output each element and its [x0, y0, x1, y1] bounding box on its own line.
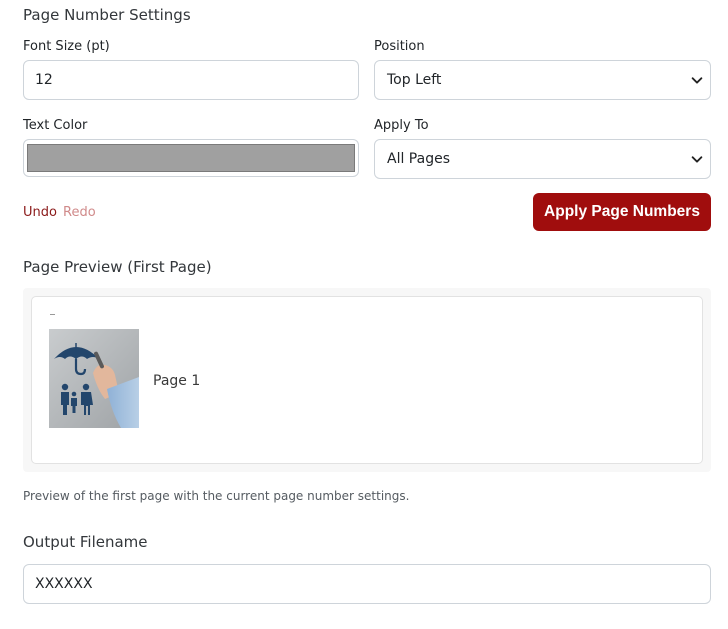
apply-page-numbers-button[interactable]: Apply Page Numbers	[533, 193, 711, 231]
preview-image	[49, 329, 139, 428]
position-selected-value: Top Left	[387, 72, 442, 88]
apply-to-select[interactable]: All Pages	[374, 139, 711, 179]
font-size-label: Font Size (pt)	[23, 39, 110, 54]
preview-page-label: Page 1	[153, 373, 201, 389]
preview-help-text: Preview of the first page with the curre…	[23, 489, 410, 503]
page-number-marker	[50, 314, 55, 315]
undo-button[interactable]: Undo	[23, 205, 57, 220]
chevron-down-icon	[691, 77, 703, 84]
text-color-picker[interactable]	[23, 139, 359, 177]
output-filename-title: Output Filename	[23, 533, 148, 551]
preview-container: Page 1	[23, 288, 711, 472]
position-label: Position	[374, 39, 425, 54]
color-swatch	[27, 144, 355, 172]
chevron-down-icon	[691, 156, 703, 163]
text-color-label: Text Color	[23, 118, 88, 133]
settings-title: Page Number Settings	[23, 6, 191, 24]
apply-to-selected-value: All Pages	[387, 151, 450, 167]
apply-to-label: Apply To	[374, 118, 429, 133]
output-filename-input[interactable]	[23, 564, 711, 604]
position-select[interactable]: Top Left	[374, 60, 711, 100]
font-size-input[interactable]	[23, 60, 359, 100]
redo-button[interactable]: Redo	[63, 205, 96, 220]
preview-title: Page Preview (First Page)	[23, 258, 212, 276]
preview-page: Page 1	[31, 296, 703, 464]
